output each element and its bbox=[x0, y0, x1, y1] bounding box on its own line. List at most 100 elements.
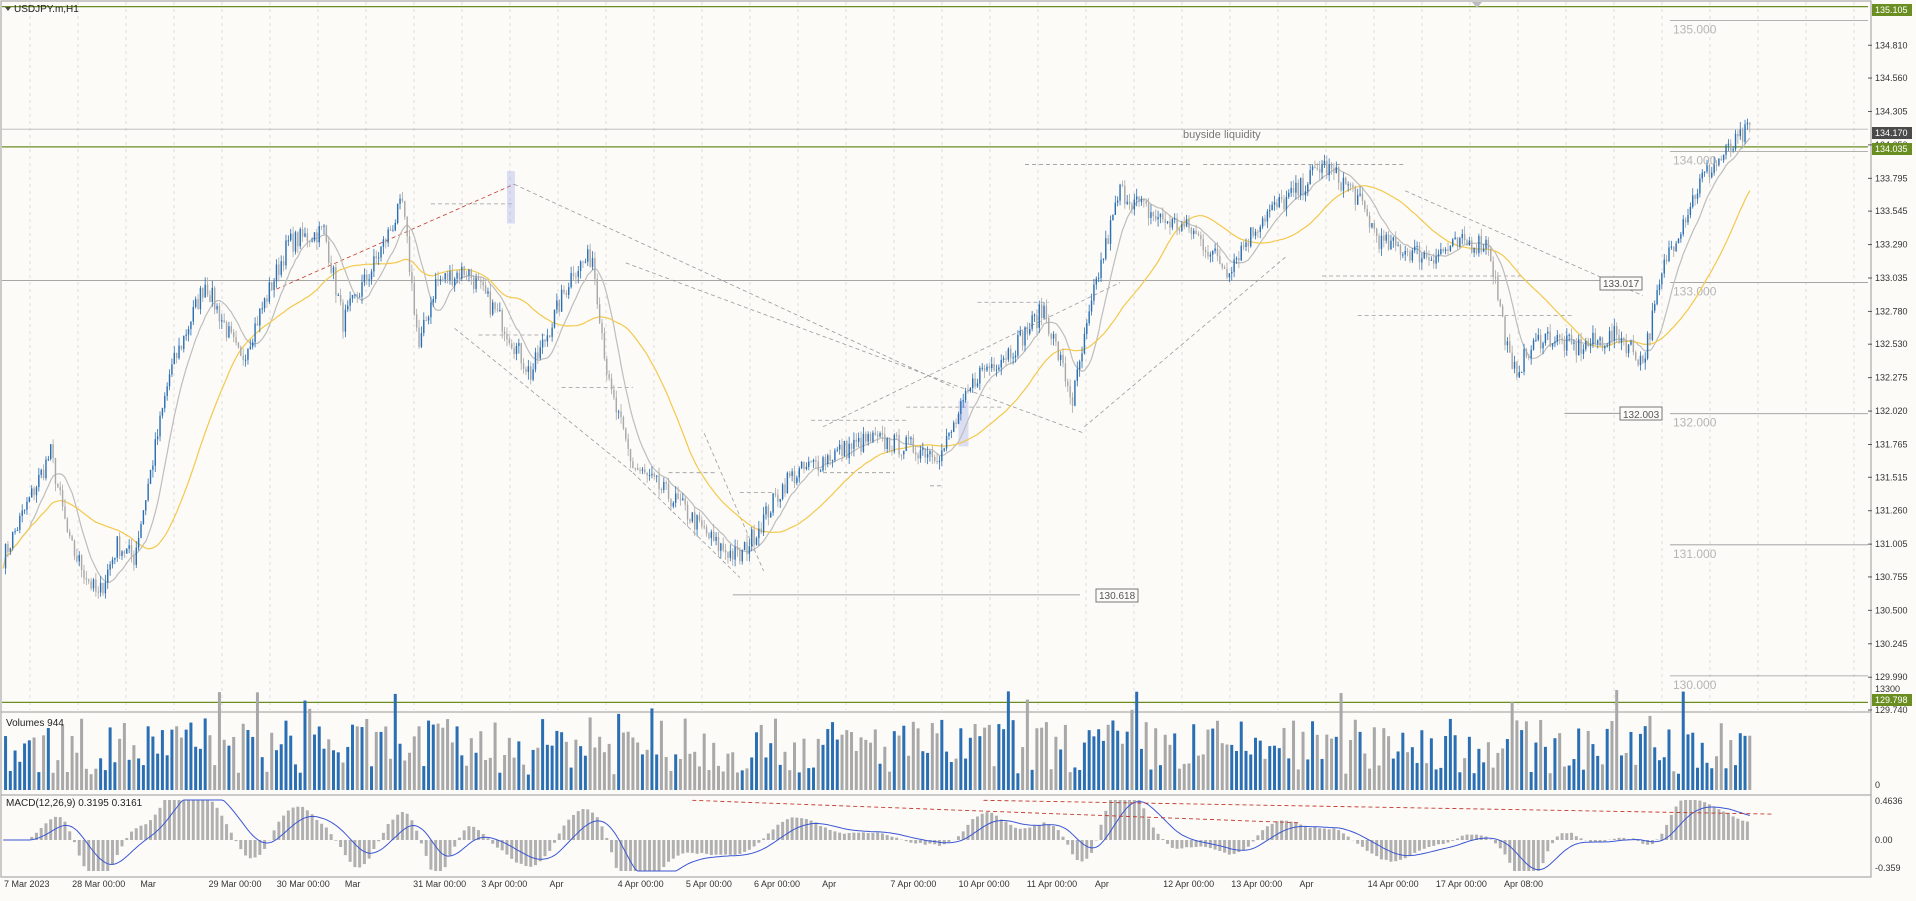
volume-bar bbox=[356, 726, 359, 790]
price-tick-label: 129.990 bbox=[1875, 672, 1908, 682]
price-tick-label: 131.515 bbox=[1875, 472, 1908, 482]
volume-bar bbox=[1387, 736, 1390, 790]
macd-bar bbox=[1380, 840, 1383, 859]
svg-text:132.003: 132.003 bbox=[1623, 410, 1660, 421]
time-tick-label: 29 Mar 00:00 bbox=[209, 879, 262, 889]
volume-bar bbox=[1582, 770, 1585, 790]
macd-bar bbox=[121, 840, 124, 846]
candle bbox=[1452, 238, 1453, 247]
macd-bar bbox=[1033, 826, 1036, 840]
candle bbox=[67, 517, 68, 533]
macd-bar bbox=[1698, 801, 1701, 840]
volume-bar bbox=[1083, 743, 1086, 790]
volume-bar bbox=[722, 772, 725, 790]
volume-bar bbox=[703, 734, 706, 790]
time-tick-label: Apr 08:00 bbox=[1504, 879, 1543, 889]
macd-bar bbox=[1694, 800, 1697, 840]
buyside-liquidity-label: buyside liquidity bbox=[1183, 129, 1261, 141]
volume-bar bbox=[1297, 769, 1300, 790]
macd-bar bbox=[562, 826, 565, 841]
price-tick-label: 132.530 bbox=[1875, 339, 1908, 349]
volume-bar bbox=[413, 736, 416, 790]
macd-bar bbox=[1304, 826, 1307, 840]
volume-bar bbox=[1696, 768, 1699, 790]
macd-bar bbox=[857, 833, 860, 840]
volume-bar bbox=[1739, 733, 1742, 790]
volume-bar bbox=[28, 740, 31, 790]
volume-bar bbox=[1492, 768, 1495, 790]
volume-bar bbox=[964, 759, 967, 790]
macd-bar bbox=[848, 833, 851, 840]
volume-bar bbox=[75, 753, 78, 790]
macd-bar bbox=[1161, 839, 1164, 840]
volume-bar bbox=[123, 723, 126, 790]
macd-bar bbox=[496, 840, 499, 848]
macd-bar bbox=[1342, 833, 1345, 840]
macd-bar bbox=[197, 800, 200, 840]
candle bbox=[1516, 361, 1517, 380]
volume-bar bbox=[1748, 736, 1751, 790]
volume-bar bbox=[223, 740, 226, 790]
volume-bar bbox=[707, 770, 710, 790]
macd-bar bbox=[1570, 833, 1573, 840]
volume-bar bbox=[1216, 721, 1219, 790]
volume-bar bbox=[351, 725, 354, 790]
volume-bar bbox=[185, 730, 188, 790]
time-tick-label: 17 Apr 00:00 bbox=[1436, 879, 1487, 889]
macd-bar bbox=[82, 840, 85, 866]
candle bbox=[623, 416, 624, 430]
candle bbox=[822, 456, 823, 472]
macd-bar bbox=[696, 840, 699, 854]
volume-bar bbox=[1572, 759, 1575, 790]
macd-bar bbox=[1294, 823, 1297, 840]
macd-bar bbox=[1180, 840, 1183, 848]
candle bbox=[1647, 331, 1648, 360]
volume-bar bbox=[66, 772, 69, 790]
time-tick-label: Apr bbox=[549, 879, 563, 889]
volume-bar bbox=[99, 758, 102, 790]
volume-bar bbox=[456, 726, 459, 790]
macd-bar bbox=[719, 840, 722, 855]
macd-bar bbox=[1670, 815, 1673, 840]
volume-bar bbox=[1653, 747, 1656, 790]
macd-bar bbox=[1004, 822, 1007, 840]
volume-bar bbox=[61, 725, 64, 790]
chart-window: 135.000134.000133.000132.000131.000130.0… bbox=[0, 0, 1916, 896]
volume-bar bbox=[1045, 722, 1048, 790]
candle bbox=[554, 310, 555, 329]
macd-bar bbox=[539, 840, 542, 861]
volume-axis-max: 13300 bbox=[1875, 684, 1900, 694]
candle bbox=[1500, 299, 1501, 308]
macd-bar bbox=[1432, 840, 1435, 846]
macd-bar bbox=[1328, 829, 1331, 840]
macd-bar bbox=[130, 832, 133, 840]
volume-bar bbox=[1111, 720, 1114, 790]
macd-bar bbox=[1280, 820, 1283, 840]
volume-bar bbox=[1639, 734, 1642, 790]
volume-bar bbox=[969, 738, 972, 790]
volume-bar bbox=[1016, 773, 1019, 790]
volume-bar bbox=[1240, 722, 1243, 790]
macd-bar bbox=[686, 840, 689, 853]
macd-bar bbox=[1399, 840, 1402, 860]
volume-bar bbox=[403, 761, 406, 790]
macd-axis-zero: 0.00 bbox=[1875, 835, 1893, 845]
volume-bar bbox=[1325, 735, 1328, 790]
macd-bar bbox=[734, 840, 737, 855]
macd-bar bbox=[144, 824, 147, 840]
volume-bar bbox=[1477, 749, 1480, 790]
volume-bar bbox=[1458, 772, 1461, 790]
macd-bar bbox=[40, 828, 43, 840]
volume-bar bbox=[337, 752, 340, 790]
volume-bar bbox=[1710, 768, 1713, 790]
macd-bar bbox=[1366, 840, 1369, 851]
volume-bar bbox=[1330, 739, 1333, 790]
macd-bar bbox=[829, 830, 832, 840]
macd-bar bbox=[1275, 821, 1278, 840]
macd-bar bbox=[743, 840, 746, 852]
macd-bar bbox=[182, 800, 185, 840]
macd-bar bbox=[710, 840, 713, 855]
volume-bar bbox=[1553, 738, 1556, 790]
macd-bar bbox=[971, 819, 974, 840]
time-tick-label: 31 Mar 00:00 bbox=[413, 879, 466, 889]
